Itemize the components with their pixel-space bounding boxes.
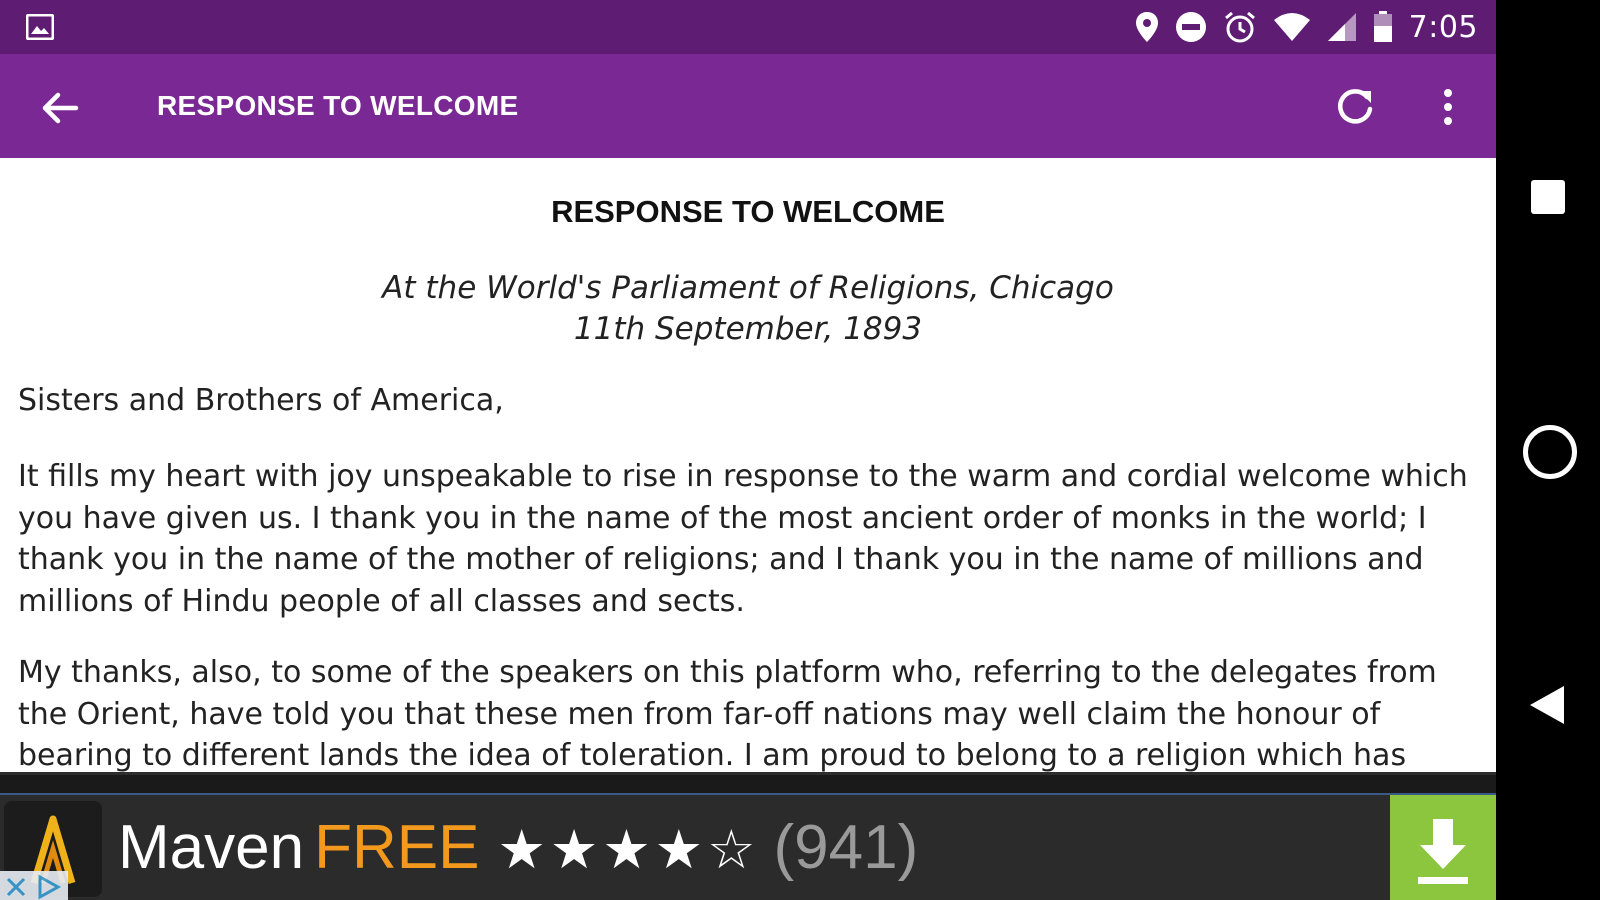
ad-price: FREE (314, 813, 480, 882)
article-subtitle: At the World's Parliament of Religions, … (0, 268, 1496, 350)
more-options-icon[interactable] (1428, 82, 1468, 132)
location-icon (1135, 12, 1158, 42)
signal-icon (1327, 13, 1356, 41)
review-count: (941) (773, 813, 919, 882)
image-icon (26, 14, 54, 40)
nav-back-button[interactable] (1530, 686, 1564, 724)
do-not-disturb-icon (1175, 12, 1206, 42)
ad-content[interactable]: Maven FREE ★★★★☆ (941) (0, 793, 1496, 900)
navigation-bar (1496, 0, 1600, 900)
app-screen: 7:05 RESPONSE TO WELCOME RESPONSE TO WEL… (0, 0, 1496, 900)
home-button[interactable] (1523, 425, 1577, 479)
status-bar: 7:05 (0, 0, 1496, 54)
article-paragraph: My thanks, also, to some of the speakers… (18, 655, 1437, 772)
subtitle-location: At the World's Parliament of Religions, … (382, 270, 1114, 306)
download-icon[interactable] (1390, 795, 1496, 900)
rating-stars: ★★★★☆ (497, 820, 760, 880)
ad-banner[interactable]: Maven FREE ★★★★☆ (941) (0, 772, 1496, 900)
back-arrow-icon[interactable] (36, 84, 84, 132)
status-icons: 7:05 (1135, 0, 1478, 54)
wifi-icon (1273, 13, 1310, 41)
toolbar-title: RESPONSE TO WELCOME (157, 90, 519, 121)
article-content[interactable]: RESPONSE TO WELCOME At the World's Parli… (0, 158, 1496, 772)
ad-app-name: Maven (118, 813, 305, 882)
recents-button[interactable] (1531, 180, 1565, 214)
adchoices-icon[interactable] (0, 871, 68, 900)
status-time: 7:05 (1408, 9, 1478, 45)
article-heading: RESPONSE TO WELCOME (551, 194, 945, 229)
battery-icon (1373, 11, 1392, 42)
article-salutation: Sisters and Brothers of America, (18, 383, 504, 418)
refresh-icon[interactable] (1330, 82, 1380, 132)
ad-text: Maven FREE ★★★★☆ (941) (118, 803, 918, 895)
article-paragraph: It fills my heart with joy unspeakable t… (18, 459, 1468, 619)
app-toolbar: RESPONSE TO WELCOME (0, 54, 1496, 158)
subtitle-date: 11th September, 1893 (573, 311, 923, 347)
alarm-icon (1224, 11, 1255, 43)
